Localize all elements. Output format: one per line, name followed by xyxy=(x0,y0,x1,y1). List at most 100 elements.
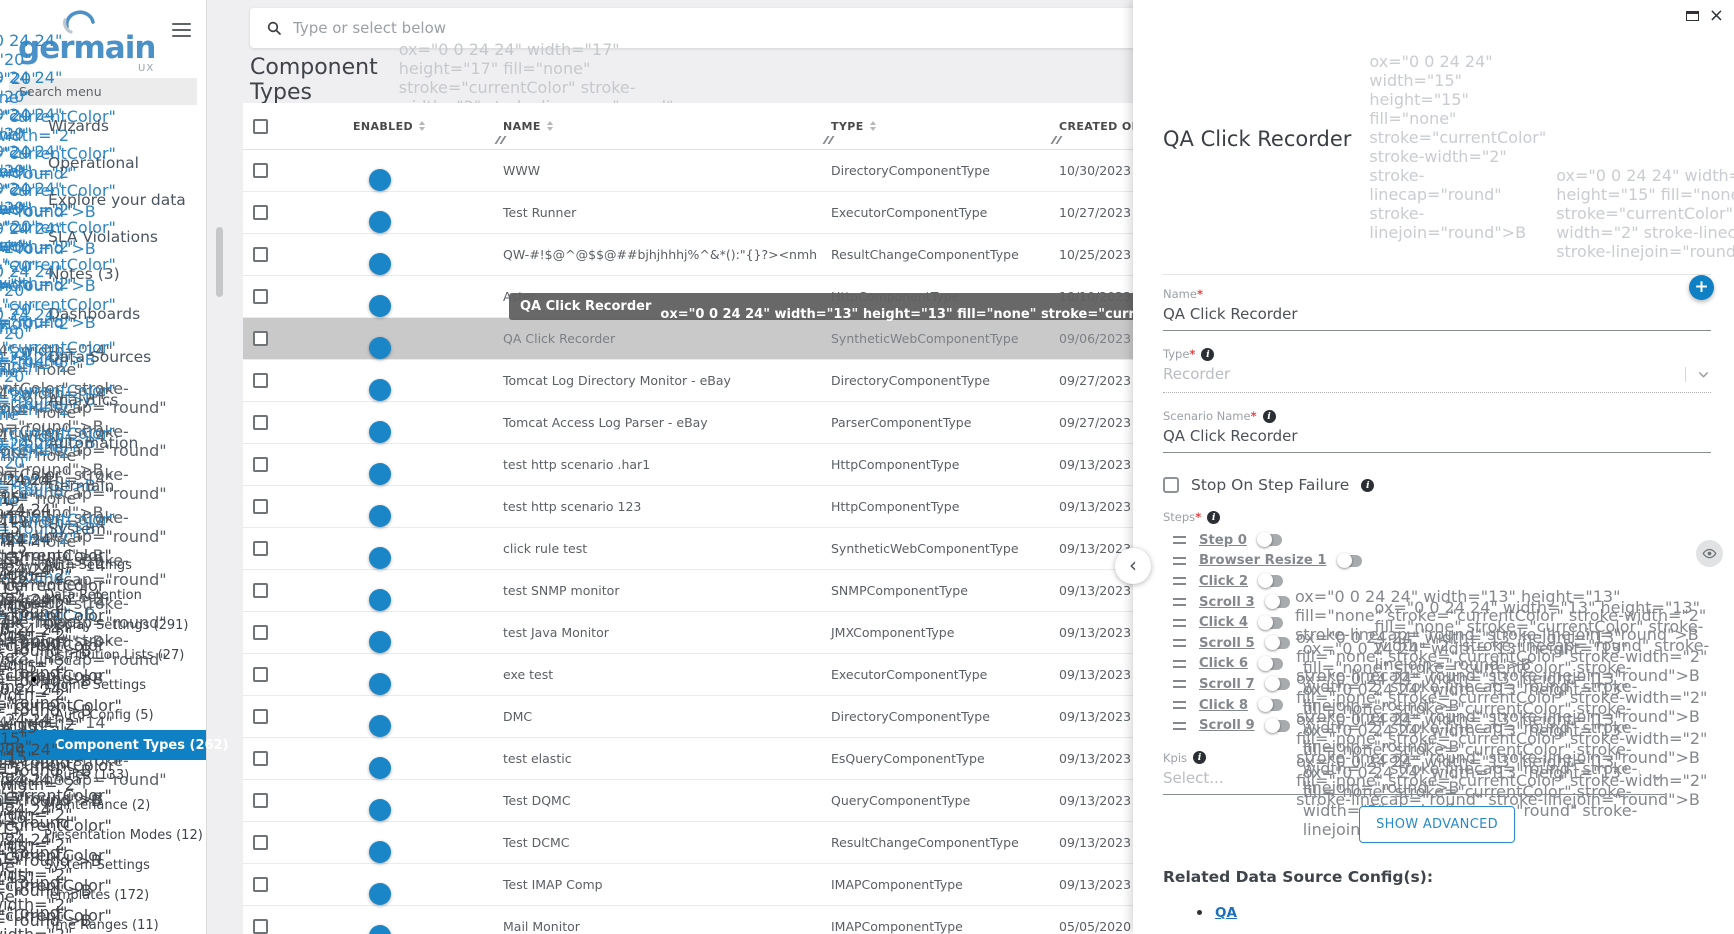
divider xyxy=(1163,274,1711,275)
drag-handle-icon[interactable] xyxy=(1173,577,1186,585)
component-name: WWW xyxy=(489,163,817,178)
row-checkbox[interactable] xyxy=(253,625,268,640)
row-checkbox[interactable] xyxy=(253,583,268,598)
drag-handle-icon[interactable] xyxy=(1173,619,1186,627)
sidebar-scrollbar-thumb[interactable] xyxy=(216,227,223,297)
component-name: Tomcat Access Log Parser - eBay xyxy=(489,415,817,430)
component-name: Tomcat Log Directory Monitor - eBay xyxy=(489,373,817,388)
step-link-click-2[interactable]: Click 2 xyxy=(1199,574,1248,589)
drag-handle-icon[interactable] xyxy=(1173,598,1186,606)
row-checkbox[interactable] xyxy=(253,331,268,346)
row-checkbox[interactable] xyxy=(253,877,268,892)
column-resize-handle[interactable] xyxy=(1050,136,1062,144)
row-checkbox[interactable] xyxy=(253,499,268,514)
clock-icon: ox="0 0 24 24" width="15" height="15" fi… xyxy=(15,830,32,934)
row-checkbox[interactable] xyxy=(253,289,268,304)
step-toggle[interactable] xyxy=(1261,617,1283,629)
step-link-scroll-7[interactable]: Scroll 7 xyxy=(1199,677,1255,692)
save-icon[interactable]: ox="0 0 24 24" width="15" height="15" fi… xyxy=(1369,35,1546,242)
component-name: QA Click Recorder xyxy=(489,331,817,346)
component-type: ExecutorComponentType xyxy=(817,667,1045,682)
step-link-click-4[interactable]: Click 4 xyxy=(1199,615,1248,630)
delete-step-icon[interactable]: ox="0 0 24 24" width="13" height="13" fi… xyxy=(1303,613,1711,839)
related-list-item: QA xyxy=(1197,905,1711,921)
step-toggle[interactable] xyxy=(1261,575,1283,587)
component-type: ExecutorComponentType xyxy=(817,205,1045,220)
related-link-qa[interactable]: QA xyxy=(1215,905,1237,921)
step-link-scroll-9[interactable]: Scroll 9 xyxy=(1199,718,1255,733)
row-checkbox[interactable] xyxy=(253,247,268,262)
show-advanced-button[interactable]: SHOW ADVANCED xyxy=(1359,806,1515,843)
drag-handle-icon[interactable] xyxy=(1173,660,1186,668)
component-type: QueryComponentType xyxy=(817,793,1045,808)
step-toggle[interactable] xyxy=(1261,658,1283,670)
row-checkbox[interactable] xyxy=(253,163,268,178)
row-checkbox[interactable] xyxy=(253,457,268,472)
column-resize-handle[interactable] xyxy=(494,136,506,144)
window-controls: × xyxy=(1686,7,1724,25)
sort-icon[interactable] xyxy=(547,121,553,131)
step-link-scroll-5[interactable]: Scroll 5 xyxy=(1199,636,1255,651)
component-name: Mail Monitor xyxy=(489,919,817,934)
component-name: DMC xyxy=(489,709,817,724)
drag-handle-icon[interactable] xyxy=(1173,701,1186,709)
step-toggle[interactable] xyxy=(1268,678,1290,690)
step-toggle[interactable] xyxy=(1268,637,1290,649)
type-label: Type xyxy=(1163,347,1195,361)
close-icon[interactable]: × xyxy=(1709,7,1724,25)
column-header-name[interactable]: NAME xyxy=(489,103,817,149)
row-checkbox[interactable] xyxy=(253,793,268,808)
column-header-type[interactable]: TYPE xyxy=(817,103,1045,149)
step-toggle[interactable] xyxy=(1268,720,1290,732)
step-toggle[interactable] xyxy=(1260,534,1282,546)
preview-eye-button[interactable] xyxy=(1696,540,1723,567)
row-checkbox[interactable] xyxy=(253,373,268,388)
sort-icon[interactable] xyxy=(870,121,876,131)
drag-handle-icon[interactable] xyxy=(1173,639,1186,647)
chevron-down-icon xyxy=(1650,770,1665,785)
drag-handle-icon[interactable] xyxy=(1173,536,1186,544)
step-toggle[interactable] xyxy=(1340,555,1362,567)
step-toggle[interactable] xyxy=(1268,596,1290,608)
select-all-checkbox[interactable] xyxy=(253,119,268,134)
row-checkbox[interactable] xyxy=(253,667,268,682)
column-resize-handle[interactable] xyxy=(822,136,834,144)
drag-handle-icon[interactable] xyxy=(1173,722,1186,730)
drag-handle-icon[interactable] xyxy=(1173,680,1186,688)
disable-ban-icon[interactable]: ox="0 0 24 24" width="15" height="15" fi… xyxy=(1556,16,1734,261)
name-input[interactable]: QA Click Recorder xyxy=(1163,305,1711,331)
component-name: Test DCMC xyxy=(489,835,817,850)
row-checkbox[interactable] xyxy=(253,835,268,850)
menu-hamburger-icon[interactable] xyxy=(172,23,191,41)
add-step-button[interactable]: + xyxy=(1689,275,1714,300)
component-name: test elastic xyxy=(489,751,817,766)
row-checkbox[interactable] xyxy=(253,919,268,934)
row-checkbox[interactable] xyxy=(253,541,268,556)
row-checkbox[interactable] xyxy=(253,709,268,724)
drag-handle-icon[interactable] xyxy=(1173,557,1186,565)
type-select[interactable]: Recorder xyxy=(1163,365,1711,393)
sidebar-item-time-ranges-11[interactable]: ox="0 0 24 24" width="15" height="15" fi… xyxy=(0,910,206,934)
step-link-click-6[interactable]: Click 6 xyxy=(1199,656,1248,671)
step-link-scroll-3[interactable]: Scroll 3 xyxy=(1199,595,1255,610)
step-link-step-0[interactable]: Step 0 xyxy=(1199,533,1247,548)
step-toggle[interactable] xyxy=(1261,699,1283,711)
row-checkbox[interactable] xyxy=(253,751,268,766)
maximize-icon[interactable] xyxy=(1686,11,1699,21)
component-type: HttpComponentType xyxy=(817,499,1045,514)
sidebar-nav: ox="0 0 24 24" width="20" height="20" fi… xyxy=(0,107,206,934)
type-field: Type Recorder xyxy=(1163,347,1711,393)
collapse-panel-button[interactable]: ‹ xyxy=(1115,548,1151,584)
row-checkbox[interactable] xyxy=(253,415,268,430)
row-checkbox[interactable] xyxy=(253,205,268,220)
name-label: Name xyxy=(1163,287,1203,301)
page-title: Component Types xyxy=(250,55,378,105)
panel-header: QA Click Recorder ox="0 0 24 24" width="… xyxy=(1163,0,1711,261)
stop-on-step-failure-checkbox[interactable] xyxy=(1163,477,1179,493)
component-name: test SNMP monitor xyxy=(489,583,817,598)
step-link-click-8[interactable]: Click 8 xyxy=(1199,698,1248,713)
info-icon xyxy=(1201,348,1214,361)
component-type: ParserComponentType xyxy=(817,415,1045,430)
column-header-enabled[interactable]: ENABLED xyxy=(289,103,489,149)
sort-icon[interactable] xyxy=(419,121,425,131)
